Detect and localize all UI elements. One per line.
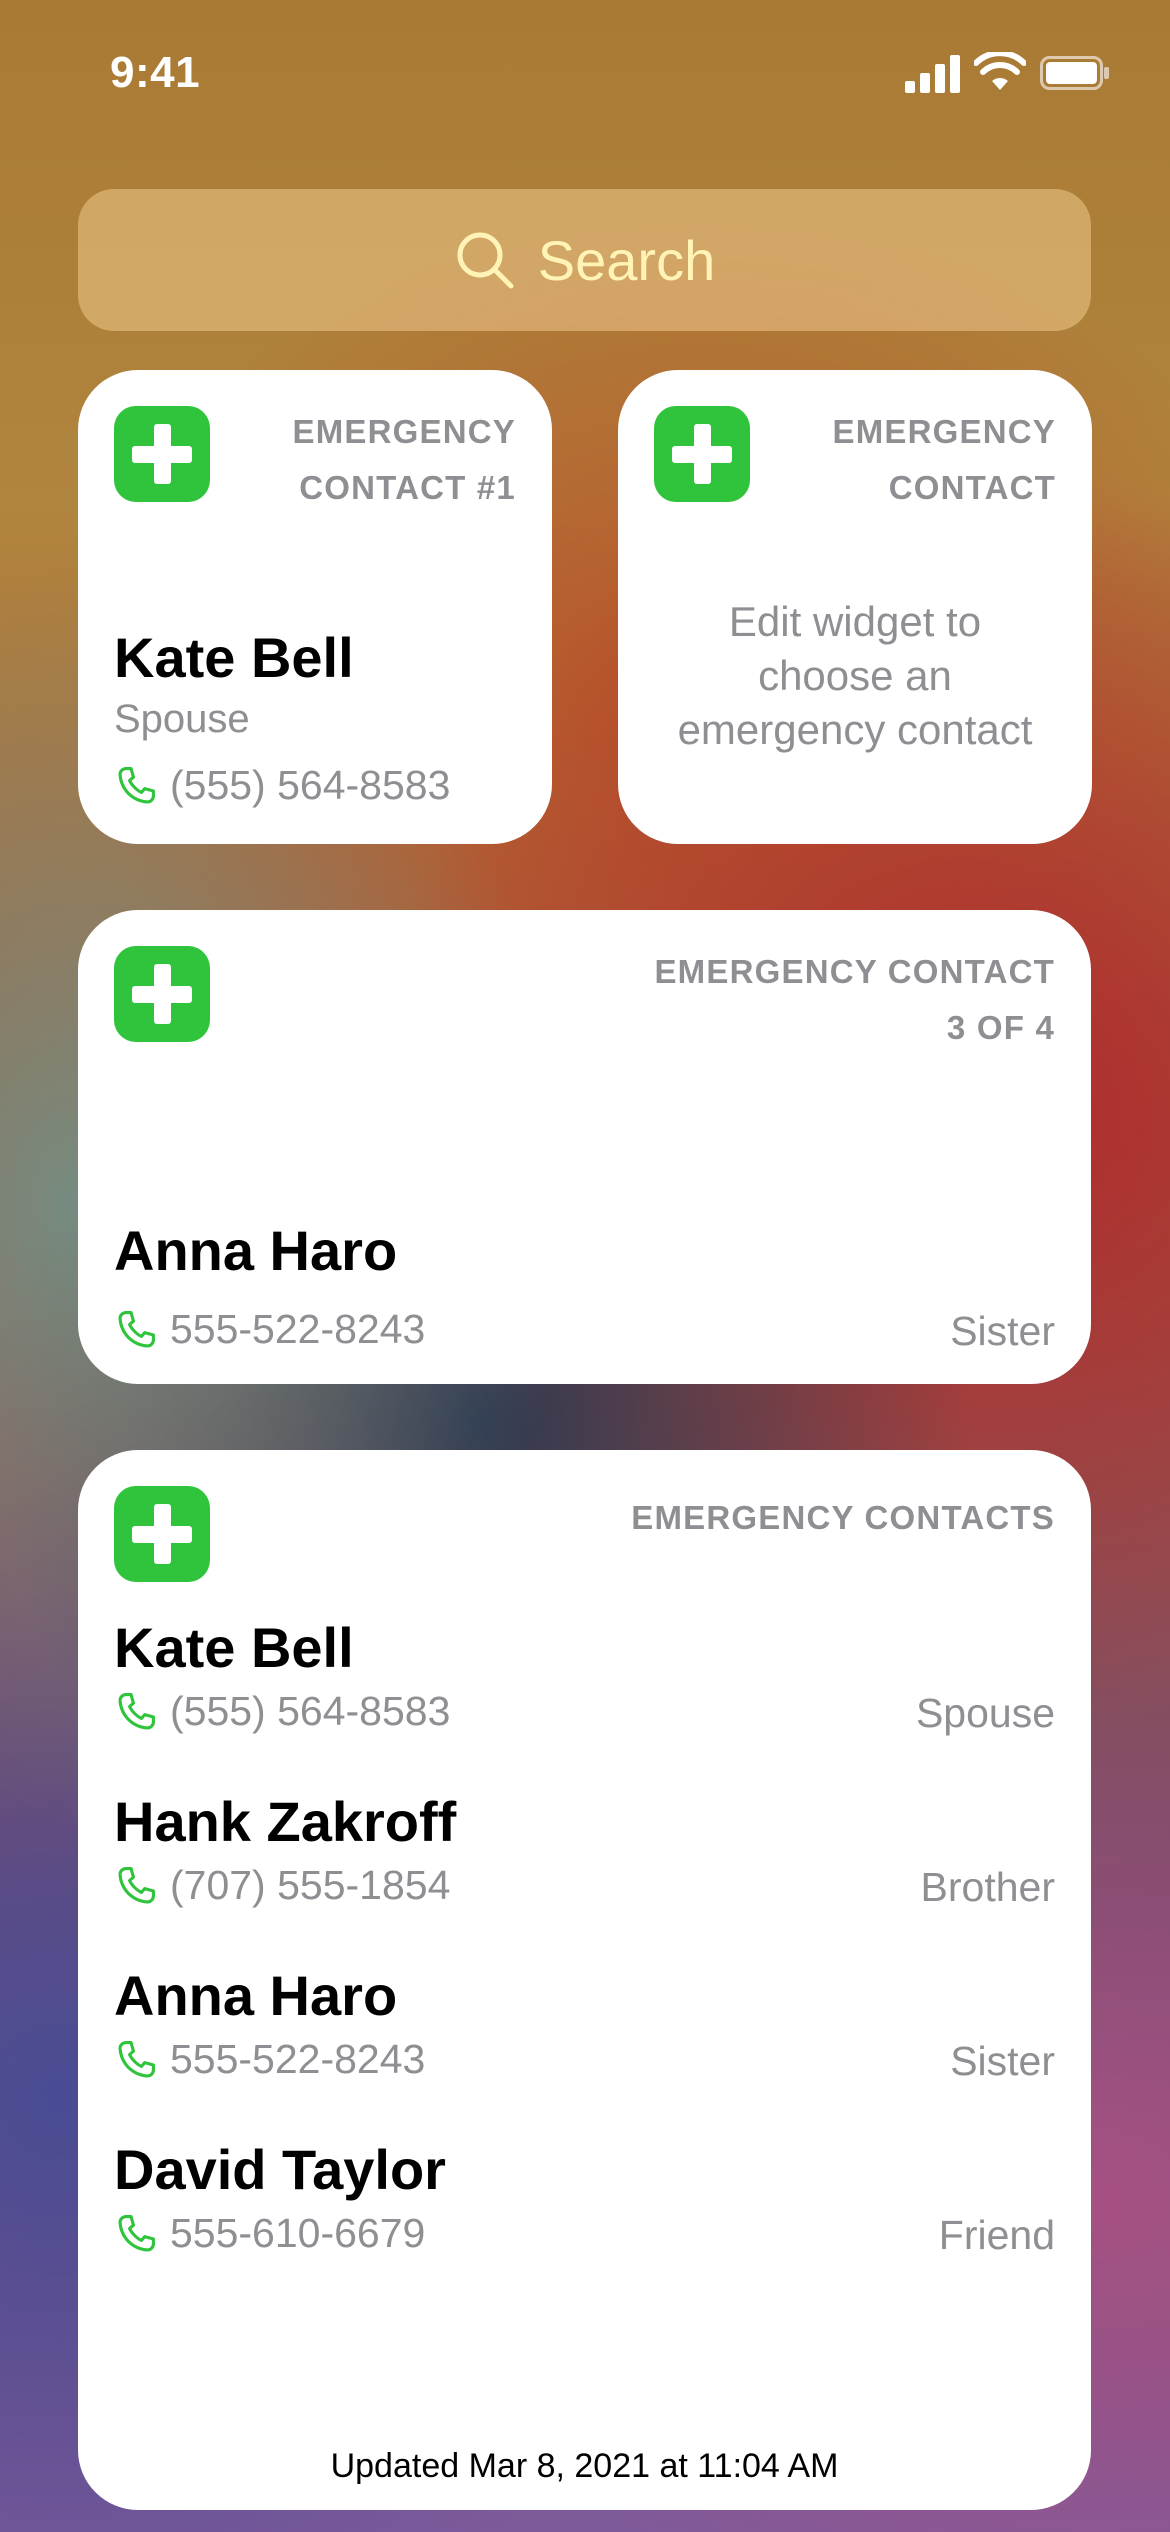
phone-number: 555-522-8243	[170, 2036, 426, 2082]
search-bar[interactable]: Search	[78, 189, 1091, 331]
medical-plus-icon	[114, 946, 210, 1042]
contact-phone[interactable]: (707) 555-1854	[114, 1862, 450, 1909]
status-time: 9:41	[110, 48, 201, 97]
contact-relation: Sister	[950, 1308, 1055, 1354]
contact-phone[interactable]: 555-522-8243	[114, 1306, 425, 1353]
contact-relation: Sister	[950, 2038, 1055, 2084]
phone-number: 555-610-6679	[170, 2210, 426, 2256]
medical-plus-icon	[114, 406, 210, 502]
phone-number: (555) 564-8583	[170, 762, 451, 808]
cellular-signal-icon	[905, 55, 965, 93]
updated-timestamp: Updated Mar 8, 2021 at 11:04 AM	[330, 2447, 839, 2485]
contact-relation: Spouse	[114, 697, 250, 741]
phone-number: (707) 555-1854	[170, 1862, 451, 1908]
caption-line: CONTACT #1	[299, 469, 516, 506]
contact-name: Hank Zakroff	[114, 1790, 457, 1853]
search-placeholder: Search	[537, 228, 716, 292]
phone-number: (555) 564-8583	[170, 1688, 451, 1734]
emergency-contact-widget-small[interactable]: EMERGENCY CONTACT #1 Kate Bell Spouse (5…	[78, 370, 552, 844]
contact-phone[interactable]: 555-610-6679	[114, 2210, 425, 2257]
wifi-icon	[974, 52, 1026, 90]
phone-icon	[118, 1866, 155, 1904]
battery-icon	[1040, 56, 1109, 90]
contact-relation: Spouse	[915, 1690, 1055, 1736]
contact-name: David Taylor	[114, 2138, 446, 2201]
medical-plus-icon	[654, 406, 750, 502]
contact-phone[interactable]: 555-522-8243	[114, 2036, 425, 2083]
caption-line: EMERGENCY	[292, 413, 516, 450]
caption-line: EMERGENCY	[832, 413, 1056, 450]
caption-line: 3 OF 4	[946, 1009, 1055, 1046]
contact-phone[interactable]: (555) 564-8583	[114, 1688, 450, 1735]
edit-widget-message: Edit widget to choose an emergency conta…	[638, 595, 1072, 757]
widget-caption: EMERGENCY CONTACT	[833, 404, 1057, 516]
phone-icon	[118, 766, 155, 804]
phone-number: 555-522-8243	[170, 1306, 426, 1352]
contact-name: Anna Haro	[114, 1964, 398, 2027]
message-line: emergency contact	[677, 706, 1033, 753]
medical-plus-icon	[114, 1486, 210, 1582]
search-icon	[457, 232, 514, 289]
phone-icon	[118, 1310, 155, 1348]
phone-icon	[118, 2040, 155, 2078]
contact-relation: Brother	[920, 1864, 1055, 1910]
emergency-contacts-widget-large[interactable]: EMERGENCY CONTACTS Kate Bell (555) 564-8…	[78, 1450, 1091, 2510]
contact-name: Kate Bell	[114, 626, 354, 689]
contact-relation: Friend	[938, 2212, 1055, 2258]
contact-name: Anna Haro	[114, 1219, 398, 1282]
caption-line: EMERGENCY CONTACT	[654, 953, 1055, 990]
phone-icon	[118, 2214, 155, 2252]
emergency-contact-widget-medium[interactable]: EMERGENCY CONTACT 3 OF 4 Anna Haro 555-5…	[78, 910, 1091, 1384]
contact-name: Kate Bell	[114, 1616, 354, 1679]
phone-icon	[118, 1692, 155, 1730]
message-line: choose an	[758, 652, 952, 699]
widget-caption: EMERGENCY CONTACTS	[631, 1499, 1055, 1536]
contact-phone[interactable]: (555) 564-8583	[114, 762, 450, 809]
caption-line: CONTACT	[888, 469, 1056, 506]
widget-caption: EMERGENCY CONTACT 3 OF 4	[654, 944, 1055, 1056]
widget-caption: EMERGENCY CONTACT #1	[293, 404, 517, 516]
emergency-contact-widget-empty[interactable]: EMERGENCY CONTACT Edit widget to choose …	[618, 370, 1092, 844]
message-line: Edit widget to	[728, 598, 982, 645]
